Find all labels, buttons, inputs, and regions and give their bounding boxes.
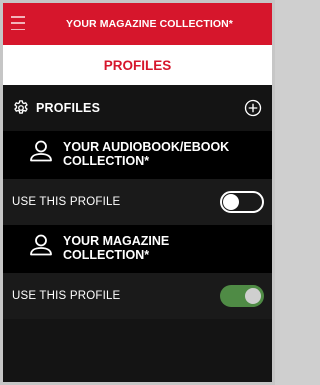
top-bar: YOUR MAGAZINE COLLECTION*: [3, 3, 272, 45]
profile-card[interactable]: YOUR MAGAZINE COLLECTION*: [3, 225, 272, 273]
use-profile-toggle[interactable]: [220, 285, 264, 307]
profile-card[interactable]: YOUR AUDIOBOOK/EBOOK COLLECTION*: [3, 131, 272, 179]
app-frame: YOUR MAGAZINE COLLECTION* PROFILES PROFI…: [0, 0, 275, 385]
use-profile-toggle[interactable]: [220, 191, 264, 213]
use-profile-label: USE THIS PROFILE: [12, 196, 121, 208]
profile-name-line1: YOUR AUDIOBOOK/EBOOK: [63, 140, 230, 154]
profiles-section-header: PROFILES: [3, 85, 272, 131]
menu-icon[interactable]: [11, 16, 25, 30]
app-title: YOUR MAGAZINE COLLECTION*: [66, 18, 233, 30]
profile-name: YOUR AUDIOBOOK/EBOOK COLLECTION*: [63, 140, 229, 168]
use-profile-row: USE THIS PROFILE: [3, 273, 272, 319]
use-profile-row: USE THIS PROFILE: [3, 179, 272, 225]
gear-icon: [14, 100, 28, 114]
user-icon: [30, 140, 52, 162]
plus-circle-icon[interactable]: [244, 99, 262, 117]
profile-name: YOUR MAGAZINE COLLECTION*: [63, 234, 169, 262]
profile-name-line1: YOUR MAGAZINE: [63, 234, 170, 248]
profile-name-line2: COLLECTION*: [63, 248, 150, 262]
toggle-knob: [245, 288, 261, 304]
profiles-section-label: PROFILES: [36, 101, 101, 115]
user-icon: [30, 234, 52, 256]
page-title: PROFILES: [3, 45, 272, 85]
profile-name-line2: COLLECTION*: [63, 154, 150, 168]
toggle-knob: [223, 194, 239, 210]
use-profile-label: USE THIS PROFILE: [12, 290, 121, 302]
profiles-section-title: PROFILES: [12, 99, 100, 117]
